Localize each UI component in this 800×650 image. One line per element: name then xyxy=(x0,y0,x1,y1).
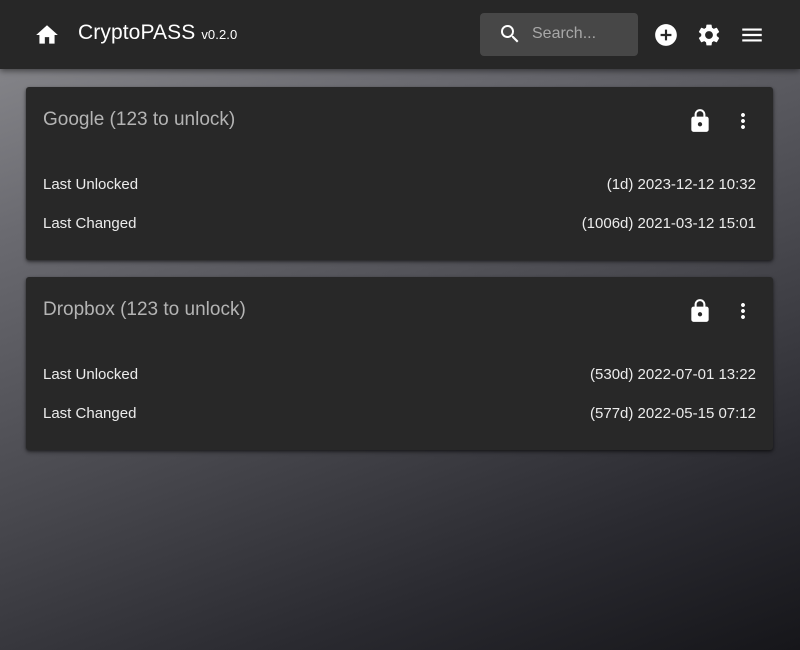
lock-icon xyxy=(691,109,709,132)
last-unlocked-label: Last Unlocked xyxy=(43,176,139,193)
add-entry-button[interactable] xyxy=(653,22,679,48)
last-unlocked-value: (530d) 2022-07-01 13:22 xyxy=(590,366,756,383)
last-changed-value: (1006d) 2021-03-12 15:01 xyxy=(581,215,756,232)
app-version: v0.2.0 xyxy=(201,27,238,42)
lock-button[interactable] xyxy=(687,298,713,324)
settings-button[interactable] xyxy=(696,22,722,48)
more-vert-icon xyxy=(741,303,745,319)
entry-title: Google (123 to unlock) xyxy=(43,109,236,130)
search-icon xyxy=(501,25,519,43)
menu-icon xyxy=(742,28,762,42)
last-unlocked-value: (1d) 2023-12-12 10:32 xyxy=(606,176,756,193)
menu-button[interactable] xyxy=(739,22,765,48)
entry-card[interactable]: Google (123 to unlock) Last Unlocked (1d… xyxy=(26,87,773,260)
last-changed-label: Last Changed xyxy=(43,215,137,232)
app-name: CryptoPASS xyxy=(78,21,196,44)
add-circle-icon xyxy=(655,24,677,46)
more-options-button[interactable] xyxy=(731,298,755,324)
entry-card[interactable]: Dropbox (123 to unlock) Last Unlocked (5… xyxy=(26,277,773,450)
app-bar: CryptoPASS v0.2.0 xyxy=(0,0,800,69)
home-icon xyxy=(36,25,58,44)
gear-icon xyxy=(698,24,720,46)
more-vert-icon xyxy=(741,113,745,129)
last-changed-label: Last Changed xyxy=(43,405,137,422)
search-box[interactable] xyxy=(480,13,638,56)
lock-icon xyxy=(691,299,709,322)
last-changed-value: (577d) 2022-05-15 07:12 xyxy=(590,405,756,422)
app-title: CryptoPASS v0.2.0 xyxy=(78,21,237,45)
search-input[interactable] xyxy=(532,23,630,45)
more-options-button[interactable] xyxy=(731,108,755,134)
lock-button[interactable] xyxy=(687,108,713,134)
entry-title: Dropbox (123 to unlock) xyxy=(43,299,246,320)
home-button[interactable] xyxy=(34,22,60,48)
last-unlocked-label: Last Unlocked xyxy=(43,366,139,383)
